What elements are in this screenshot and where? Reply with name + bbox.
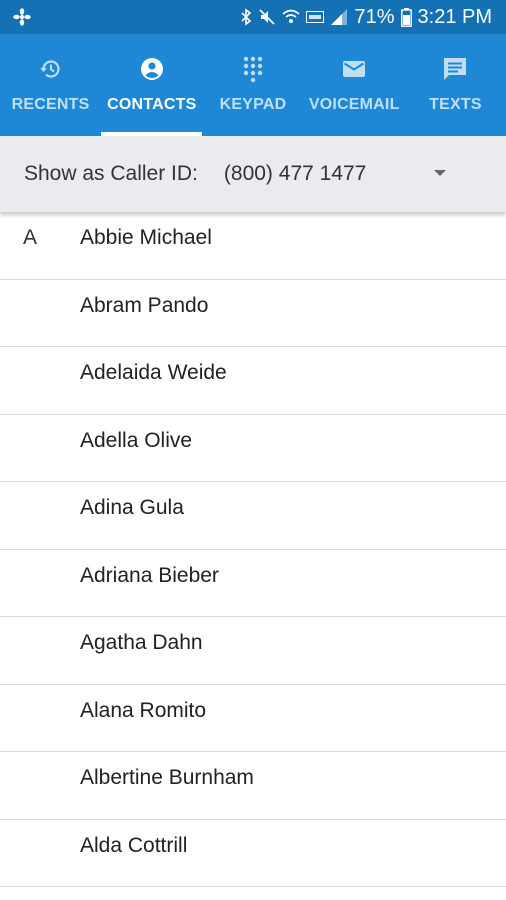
- list-item[interactable]: Adelaida Weide: [0, 347, 506, 415]
- contact-name: Albertine Burnham: [80, 766, 254, 789]
- account-circle-icon: [140, 56, 164, 82]
- caller-id-selector[interactable]: Show as Caller ID: (800) 477 1477: [0, 136, 506, 212]
- tab-texts[interactable]: TEXTS: [405, 34, 506, 136]
- tab-label: CONTACTS: [107, 96, 197, 113]
- tab-label: RECENTS: [11, 96, 90, 113]
- contact-name: Adelaida Weide: [80, 361, 227, 384]
- caller-id-value[interactable]: (800) 477 1477: [224, 162, 366, 186]
- list-item[interactable]: Alda Cottrill: [0, 820, 506, 887]
- tab-bar: RECENTS CONTACTS KEYPAD VOICEMAIL TEXTS: [0, 34, 506, 136]
- status-bar: 71% 3:21 PM: [0, 0, 506, 34]
- wifi-icon: [282, 8, 301, 26]
- volte-icon: [306, 11, 325, 23]
- list-item[interactable]: A Abbie Michael: [0, 212, 506, 280]
- list-item[interactable]: Albertine Burnham: [0, 752, 506, 820]
- tab-keypad[interactable]: KEYPAD: [202, 34, 303, 136]
- list-item[interactable]: Adriana Bieber: [0, 550, 506, 617]
- message-icon: [442, 56, 468, 82]
- status-time: 3:21 PM: [417, 5, 492, 28]
- list-item[interactable]: Adella Olive: [0, 415, 506, 482]
- tab-label: KEYPAD: [219, 96, 287, 113]
- list-item[interactable]: Adina Gula: [0, 482, 506, 550]
- section-letter: A: [23, 226, 38, 249]
- tab-voicemail[interactable]: VOICEMAIL: [304, 34, 405, 136]
- contact-name: Agatha Dahn: [80, 631, 203, 654]
- list-item[interactable]: Alana Romito: [0, 685, 506, 752]
- caller-id-label: Show as Caller ID:: [24, 162, 198, 185]
- tab-label: VOICEMAIL: [308, 96, 400, 113]
- contact-name: Adina Gula: [80, 496, 184, 519]
- tab-contacts[interactable]: CONTACTS: [101, 34, 203, 136]
- signal-icon: [330, 8, 348, 26]
- tab-label: TEXTS: [429, 96, 482, 113]
- history-icon: [39, 56, 63, 82]
- contact-name: Abbie Michael: [80, 226, 212, 249]
- app-notification-icon: [12, 7, 32, 27]
- contact-name: Alda Cottrill: [80, 833, 188, 857]
- contact-name: Adriana Bieber: [80, 563, 219, 587]
- dropdown-arrow-icon[interactable]: [434, 170, 446, 176]
- dialpad-icon: [242, 56, 264, 82]
- list-item[interactable]: Agatha Dahn: [0, 617, 506, 685]
- battery-icon: [400, 7, 412, 27]
- battery-percent: 71%: [354, 5, 395, 28]
- bluetooth-icon: [240, 8, 252, 26]
- mute-icon: [258, 8, 276, 26]
- contact-name: Adella Olive: [80, 428, 193, 452]
- list-item[interactable]: Abram Pando: [0, 280, 506, 347]
- contact-list: A Abbie Michael Abram Pando Adelaida Wei…: [0, 212, 506, 887]
- contact-name: Abram Pando: [80, 293, 209, 317]
- mail-icon: [342, 56, 366, 82]
- tab-recents[interactable]: RECENTS: [0, 34, 101, 136]
- contact-name: Alana Romito: [80, 698, 207, 722]
